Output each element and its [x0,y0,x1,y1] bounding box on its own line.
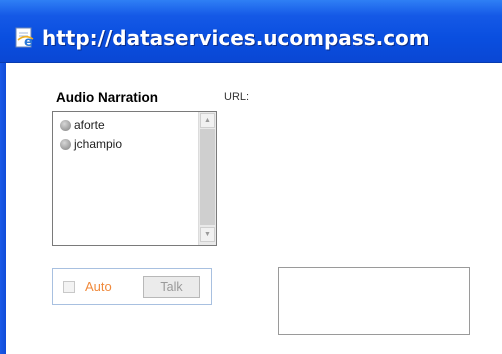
auto-label: Auto [85,279,112,294]
list-item[interactable]: aforte [60,116,105,134]
ie-page-icon: e [15,27,34,49]
participants-listbox[interactable]: aforte jchampio ▲ ▼ [52,111,217,246]
audio-narration-title: Audio Narration [56,90,159,105]
window-title: http://dataservices.ucompass.com [42,26,430,50]
user-status-icon [60,138,71,150]
url-display-box[interactable] [278,267,470,335]
narration-controls: Auto Talk [52,268,212,305]
scrollbar-track[interactable] [200,129,215,225]
scroll-down-arrow-icon[interactable]: ▼ [200,227,215,242]
scroll-up-arrow-icon[interactable]: ▲ [200,113,215,128]
listbox-scrollbar[interactable]: ▲ ▼ [198,112,216,245]
list-item[interactable]: jchampio [60,135,122,153]
user-status-icon [60,119,71,131]
user-name: jchampio [74,137,123,151]
user-name: aforte [74,118,105,132]
window-title-bar[interactable]: e http://dataservices.ucompass.com [0,0,502,63]
window-content: Audio Narration URL: aforte jchampio ▲ ▼… [6,63,502,354]
talk-button[interactable]: Talk [143,276,200,298]
auto-checkbox[interactable] [63,281,75,293]
url-label: URL: [224,91,250,103]
